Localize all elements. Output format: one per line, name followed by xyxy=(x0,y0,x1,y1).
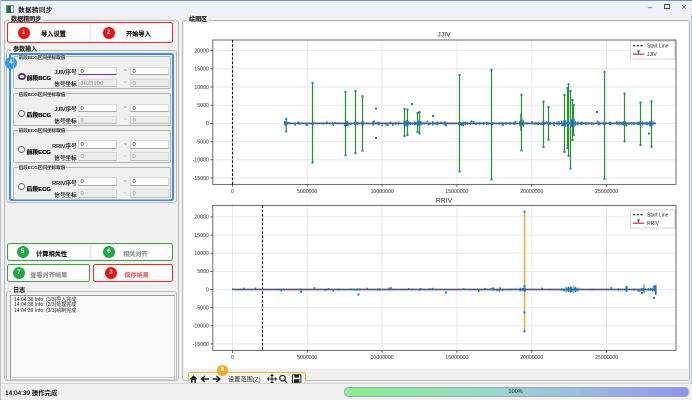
svg-text:20000: 20000 xyxy=(194,215,209,221)
svg-text:5000000: 5000000 xyxy=(297,355,317,361)
svg-text:RRIV: RRIV xyxy=(436,198,453,205)
svg-text:-10000: -10000 xyxy=(193,324,209,330)
svg-text:15000: 15000 xyxy=(194,67,209,73)
svg-text:20000: 20000 xyxy=(194,48,209,54)
svg-text:20000000: 20000000 xyxy=(520,355,543,361)
svg-text:10000: 10000 xyxy=(194,85,209,91)
svg-text:10000000: 10000000 xyxy=(371,189,394,195)
svg-text:5000: 5000 xyxy=(197,103,209,109)
svg-text:10000: 10000 xyxy=(194,251,209,257)
svg-text:15000: 15000 xyxy=(194,233,209,239)
svg-text:Start Line: Start Line xyxy=(647,44,669,50)
svg-text:-15000: -15000 xyxy=(193,342,209,348)
svg-text:5000000: 5000000 xyxy=(297,189,317,195)
svg-text:-5000: -5000 xyxy=(196,305,209,311)
svg-text:5000: 5000 xyxy=(197,269,209,275)
svg-text:25000000: 25000000 xyxy=(595,355,618,361)
svg-text:-10000: -10000 xyxy=(193,158,209,164)
svg-text:0: 0 xyxy=(206,121,209,127)
svg-text:10000000: 10000000 xyxy=(371,355,394,361)
svg-text:0: 0 xyxy=(231,355,234,361)
svg-text:15000000: 15000000 xyxy=(445,189,468,195)
svg-text:-5000: -5000 xyxy=(196,139,209,145)
svg-text:0: 0 xyxy=(206,287,209,293)
svg-text:15000000: 15000000 xyxy=(445,355,468,361)
svg-text:-15000: -15000 xyxy=(193,176,209,182)
svg-text:25000000: 25000000 xyxy=(595,189,618,195)
svg-text:0: 0 xyxy=(231,189,234,195)
svg-text:JJIV: JJIV xyxy=(437,32,451,39)
svg-text:20000000: 20000000 xyxy=(520,189,543,195)
svg-text:JJIV: JJIV xyxy=(647,52,657,58)
svg-text:RRIV: RRIV xyxy=(647,221,660,227)
svg-text:Start Line: Start Line xyxy=(647,213,669,219)
